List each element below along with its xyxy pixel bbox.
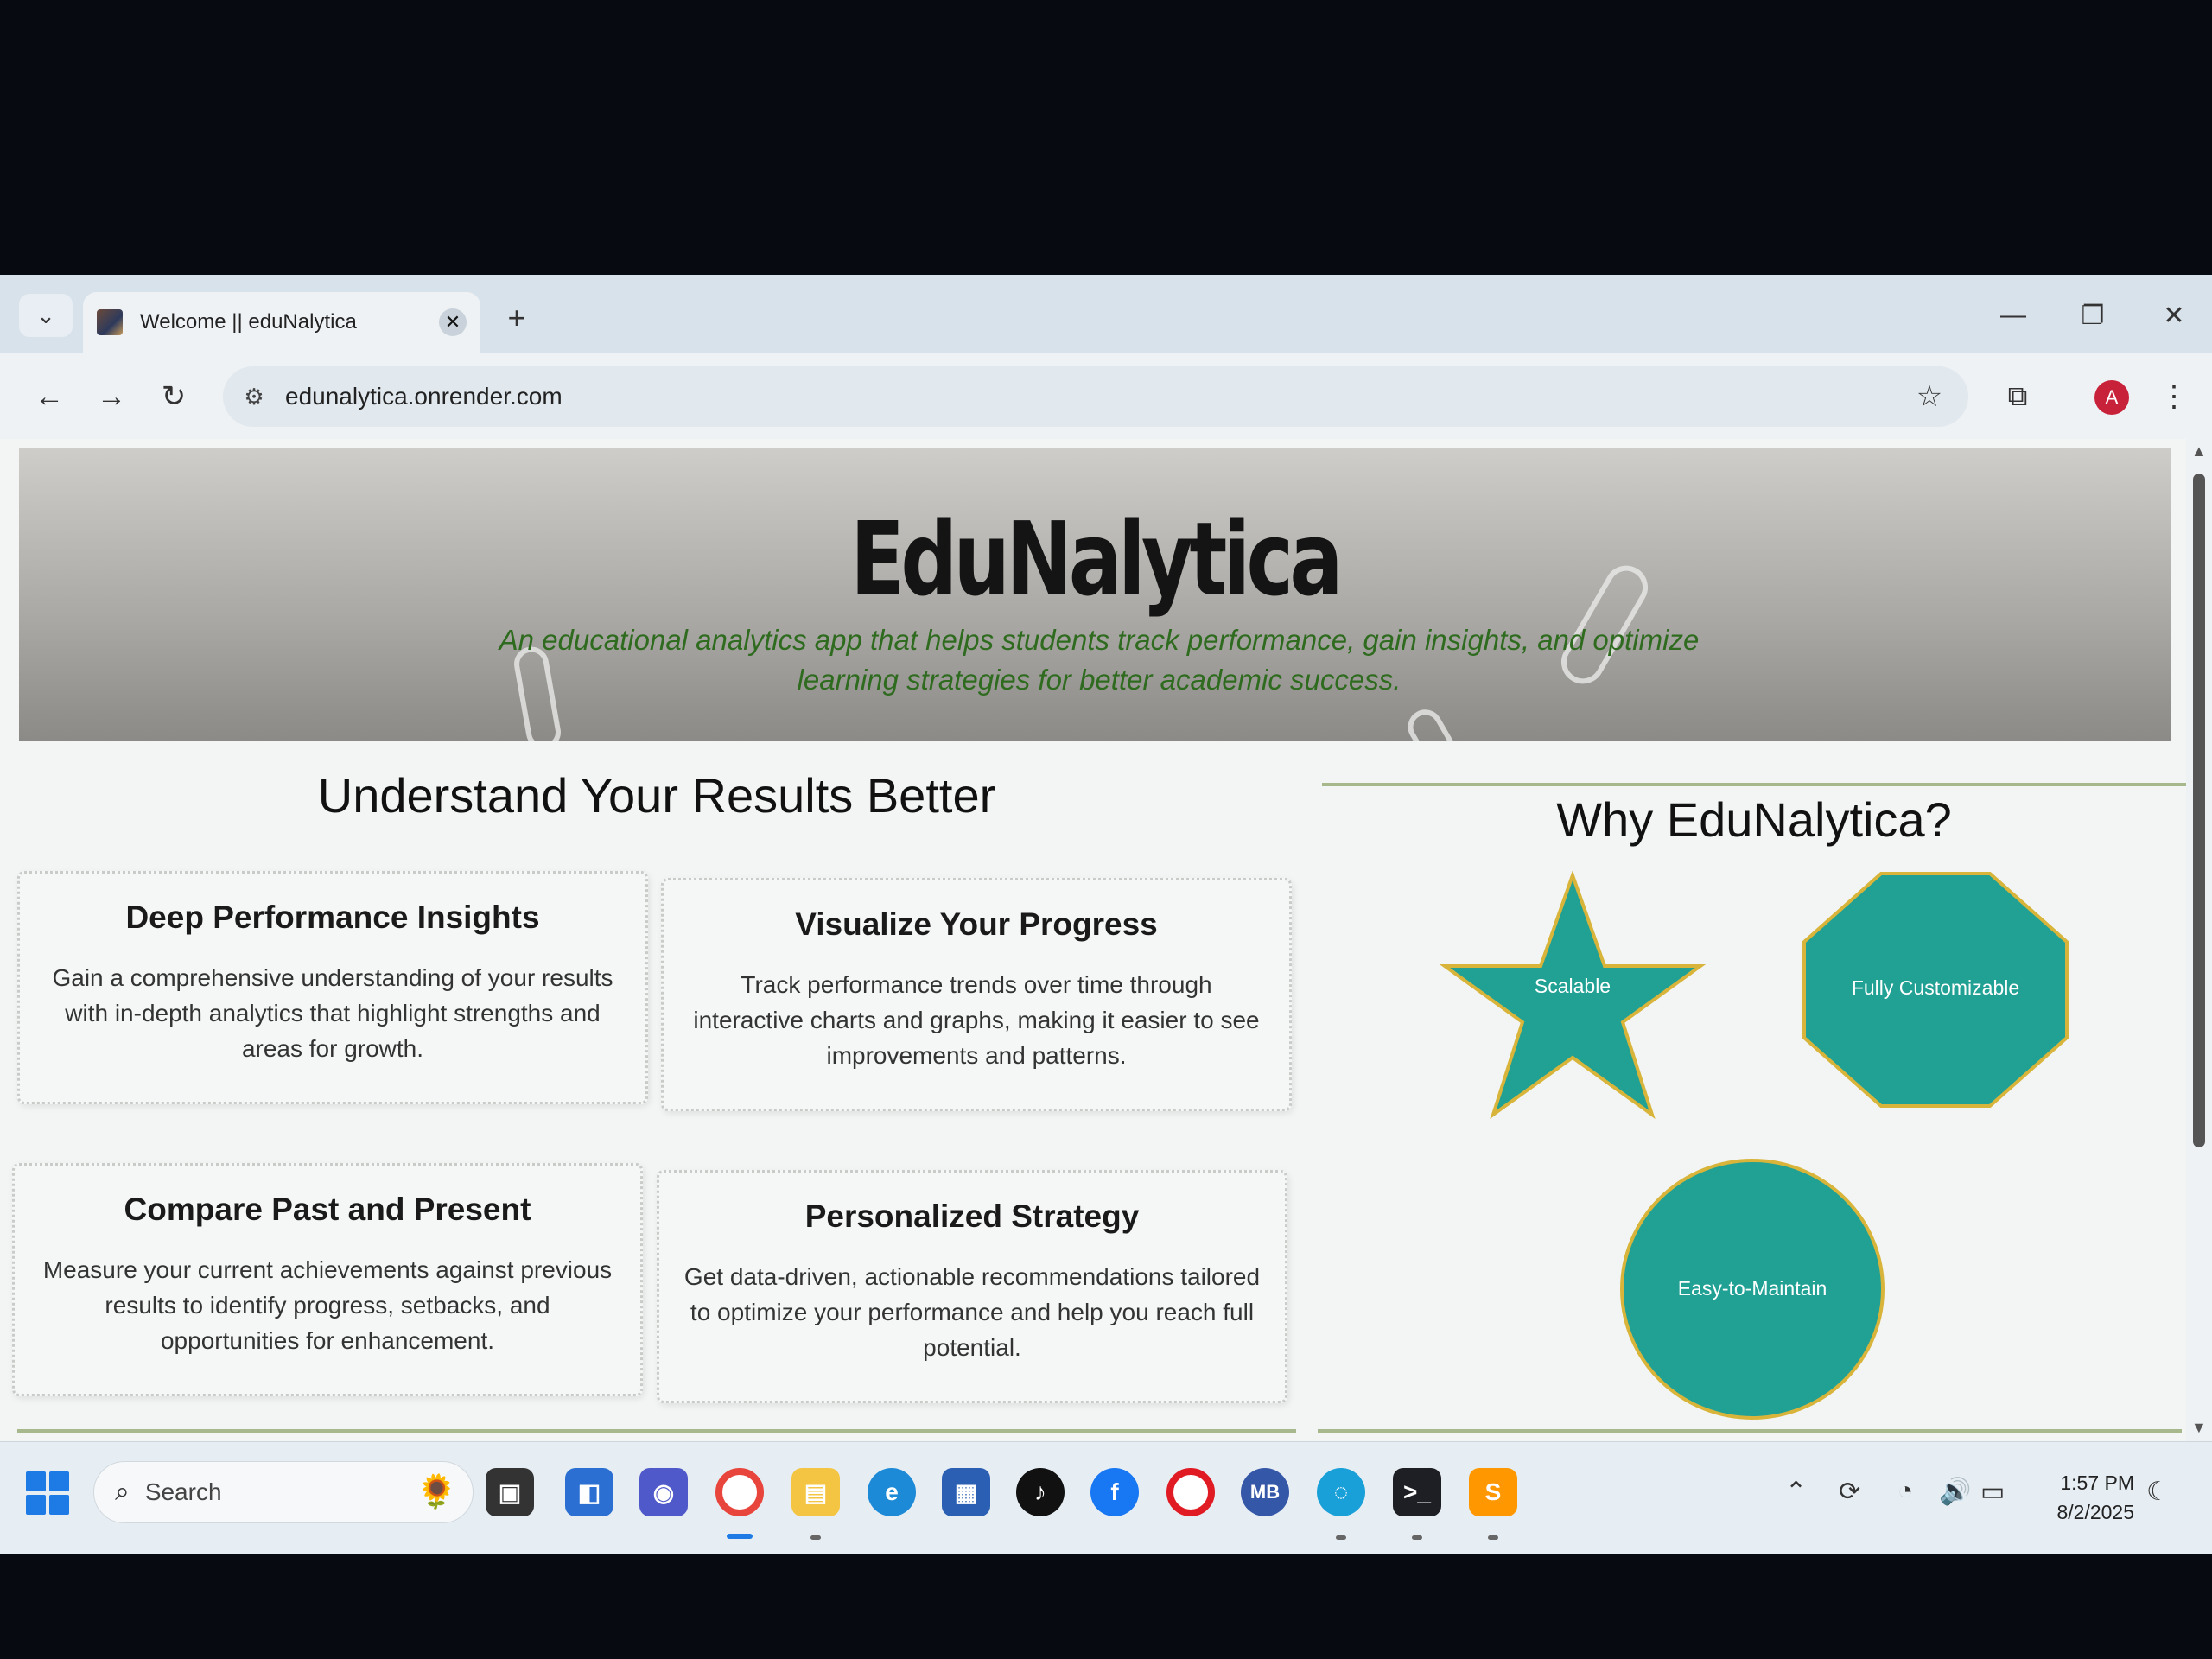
screen: ⌄ Welcome || eduNalytica ✕ + — ❐ ✕ ← → ↻… bbox=[0, 275, 2212, 1554]
feature-star: Scalable bbox=[1434, 871, 1711, 1122]
chevron-down-icon: ⌄ bbox=[36, 302, 55, 328]
sunflower-icon: 🌻 bbox=[416, 1474, 457, 1510]
section-divider bbox=[17, 1429, 1296, 1433]
new-tab-button[interactable]: + bbox=[499, 300, 534, 335]
edge-icon[interactable]: e bbox=[868, 1468, 916, 1516]
widgets-icon[interactable]: ◧ bbox=[565, 1468, 613, 1516]
active-indicator bbox=[727, 1534, 753, 1539]
card-text: Track performance trends over time throu… bbox=[693, 971, 1260, 1069]
windows-start-button[interactable] bbox=[26, 1471, 69, 1515]
windows-logo-icon bbox=[26, 1495, 46, 1515]
task-view-icon[interactable]: ▣ bbox=[486, 1468, 534, 1516]
opera-icon[interactable] bbox=[1166, 1468, 1215, 1516]
hero-banner: EduNalytica An educational analytics app… bbox=[19, 448, 2171, 741]
section-divider bbox=[1322, 783, 2186, 786]
running-indicator bbox=[1488, 1535, 1498, 1540]
running-indicator bbox=[1412, 1535, 1422, 1540]
card-text: Get data-driven, actionable recommendati… bbox=[683, 1263, 1261, 1361]
close-tab-button[interactable]: ✕ bbox=[439, 308, 467, 336]
wifi-icon[interactable]: ◔ bbox=[1897, 1477, 1913, 1506]
close-window-button[interactable]: ✕ bbox=[2148, 294, 2200, 337]
mb-icon[interactable]: MB bbox=[1241, 1468, 1289, 1516]
results-heading: Understand Your Results Better bbox=[317, 768, 996, 823]
search-placeholder: Search bbox=[144, 1478, 222, 1505]
puzzle-icon: ⧉ bbox=[2007, 380, 2028, 411]
clock-time: 1:57 PM bbox=[2060, 1471, 2134, 1494]
scroll-up-icon[interactable]: ▲ bbox=[2191, 442, 2207, 461]
sync-icon[interactable]: ⟳ bbox=[1839, 1477, 1860, 1507]
running-indicator bbox=[810, 1535, 821, 1540]
page-viewport: EduNalytica An educational analytics app… bbox=[0, 439, 2186, 1441]
browser-tab[interactable]: Welcome || eduNalytica ✕ bbox=[83, 292, 480, 353]
feature-label: Scalable bbox=[1534, 975, 1611, 997]
terminal-icon[interactable]: >_ bbox=[1393, 1468, 1441, 1516]
card-title: Personalized Strategy bbox=[804, 1198, 1140, 1234]
tab-strip: ⌄ Welcome || eduNalytica ✕ + — ❐ ✕ bbox=[0, 275, 2212, 353]
section-divider bbox=[1318, 1429, 2182, 1433]
card-title: Deep Performance Insights bbox=[125, 899, 540, 935]
chrome-icon[interactable] bbox=[715, 1468, 764, 1516]
tiktok-icon[interactable]: ♪ bbox=[1016, 1468, 1065, 1516]
show-hidden-icons-icon[interactable]: ⌃ bbox=[1785, 1477, 1807, 1507]
feature-octagon: Fully Customizable bbox=[1802, 871, 2069, 1109]
scroll-down-icon[interactable]: ▼ bbox=[2191, 1419, 2207, 1437]
battery-icon[interactable]: ▭ bbox=[1980, 1477, 2005, 1507]
more-vertical-icon: ⋮ bbox=[2159, 380, 2189, 413]
microsoft-store-icon[interactable]: ▦ bbox=[942, 1468, 990, 1516]
card-title: Compare Past and Present bbox=[124, 1192, 531, 1227]
paperclip-decoration bbox=[1402, 703, 1471, 741]
back-button[interactable]: ← bbox=[28, 375, 71, 418]
feature-card: Deep Performance Insights Gain a compreh… bbox=[17, 871, 648, 1104]
feature-card: Personalized Strategy Get data-driven, a… bbox=[657, 1170, 1287, 1403]
profile-avatar[interactable]: A bbox=[2094, 380, 2129, 415]
forward-button[interactable]: → bbox=[90, 375, 133, 418]
feature-label: Fully Customizable bbox=[1851, 976, 2020, 999]
feature-card: Visualize Your Progress Track performanc… bbox=[661, 878, 1292, 1111]
restore-button[interactable]: ❐ bbox=[2067, 294, 2119, 337]
hero-subtitle: An educational analytics app that helps … bbox=[499, 624, 1700, 696]
card-title: Visualize Your Progress bbox=[795, 906, 1158, 942]
search-icon: ⌕ bbox=[115, 1478, 130, 1506]
system-clock[interactable]: 1:57 PM 8/2/2025 bbox=[2022, 1468, 2134, 1527]
site-favicon-icon bbox=[97, 309, 123, 335]
feature-circle: Easy-to-Maintain bbox=[1618, 1158, 1886, 1421]
why-heading: Why EduNalytica? bbox=[1556, 792, 1952, 847]
running-indicator bbox=[1336, 1535, 1346, 1540]
tab-search-button[interactable]: ⌄ bbox=[19, 294, 73, 337]
site-settings-icon[interactable]: ⚙ bbox=[237, 379, 271, 414]
file-explorer-icon[interactable]: ▤ bbox=[791, 1468, 840, 1516]
arrow-right-icon: → bbox=[97, 379, 126, 413]
volume-icon[interactable]: 🔊 bbox=[1939, 1477, 1971, 1507]
sublime-text-icon[interactable]: S bbox=[1469, 1468, 1517, 1516]
bookmark-star-icon[interactable]: ☆ bbox=[1908, 379, 1951, 414]
notifications-moon-icon[interactable]: ☾ bbox=[2146, 1477, 2170, 1507]
browser-toolbar: ← → ↻ ⚙ edunalytica.onrender.com ☆ ⧉ A ⋮ bbox=[0, 353, 2212, 439]
extensions-button[interactable]: ⧉ bbox=[1996, 375, 2039, 418]
taskbar: ⌕ Search 🌻 ▣ ◧ ◉ ▤ e ▦ ♪ f MB ◌ >_ S ⌃ ⟳… bbox=[0, 1441, 2212, 1554]
tab-title: Welcome || eduNalytica bbox=[140, 310, 357, 334]
page-scrollbar[interactable]: ▲ ▼ bbox=[2186, 439, 2212, 1441]
card-text: Gain a comprehensive understanding of yo… bbox=[52, 964, 613, 1062]
reload-icon: ↻ bbox=[161, 380, 187, 413]
feature-label: Easy-to-Maintain bbox=[1677, 1277, 1827, 1300]
facebook-icon[interactable]: f bbox=[1090, 1468, 1139, 1516]
arrow-left-icon: ← bbox=[35, 379, 64, 413]
clock-date: 8/2/2025 bbox=[2056, 1501, 2134, 1523]
windows-logo-icon bbox=[49, 1471, 69, 1491]
url-text[interactable]: edunalytica.onrender.com bbox=[285, 383, 1908, 410]
reload-button[interactable]: ↻ bbox=[152, 375, 195, 418]
edge-dev-icon[interactable]: ◌ bbox=[1317, 1468, 1365, 1516]
browser-menu-button[interactable]: ⋮ bbox=[2157, 375, 2191, 418]
taskbar-search[interactable]: ⌕ Search 🌻 bbox=[93, 1461, 474, 1523]
hero-title: EduNalytica bbox=[850, 499, 1343, 619]
card-text: Measure your current achievements agains… bbox=[42, 1256, 613, 1354]
minimize-button[interactable]: — bbox=[1987, 294, 2039, 337]
scroll-thumb[interactable] bbox=[2193, 474, 2205, 1147]
windows-logo-icon bbox=[26, 1471, 46, 1491]
windows-logo-icon bbox=[49, 1495, 69, 1515]
teams-icon[interactable]: ◉ bbox=[639, 1468, 688, 1516]
address-bar[interactable]: ⚙ edunalytica.onrender.com ☆ bbox=[223, 366, 1968, 427]
feature-card: Compare Past and Present Measure your cu… bbox=[12, 1163, 643, 1396]
